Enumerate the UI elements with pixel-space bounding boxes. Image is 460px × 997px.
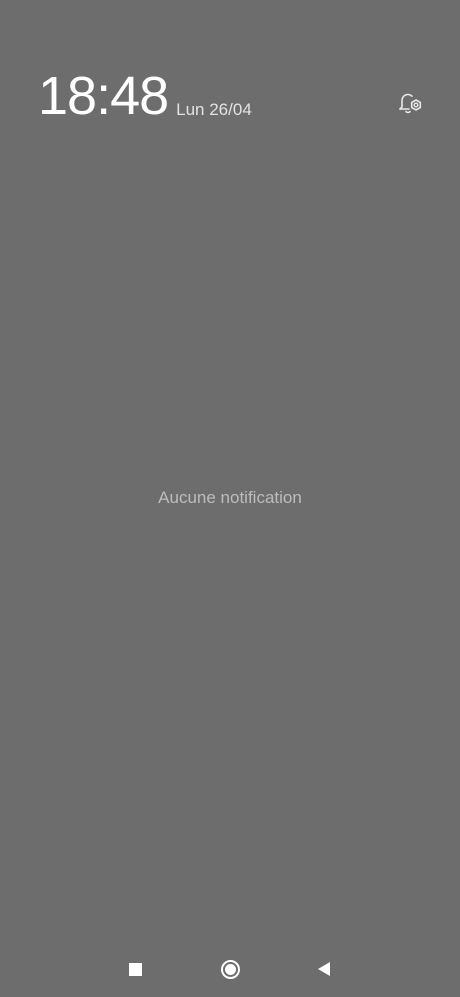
home-button[interactable] <box>210 948 250 990</box>
no-notifications-text: Aucune notification <box>158 488 302 507</box>
navigation-bar <box>0 948 460 990</box>
notification-settings-button[interactable] <box>394 92 426 120</box>
square-icon <box>128 962 142 976</box>
back-button[interactable] <box>304 948 344 990</box>
clock: 18:48 <box>38 66 169 126</box>
recents-button[interactable] <box>115 948 155 990</box>
bell-settings-icon <box>396 91 424 122</box>
circle-icon <box>220 959 240 979</box>
notification-header: 18:48 Lun 26/04 <box>38 66 252 126</box>
date: Lun 26/04 <box>176 100 252 119</box>
back-triangle-icon <box>318 962 330 976</box>
